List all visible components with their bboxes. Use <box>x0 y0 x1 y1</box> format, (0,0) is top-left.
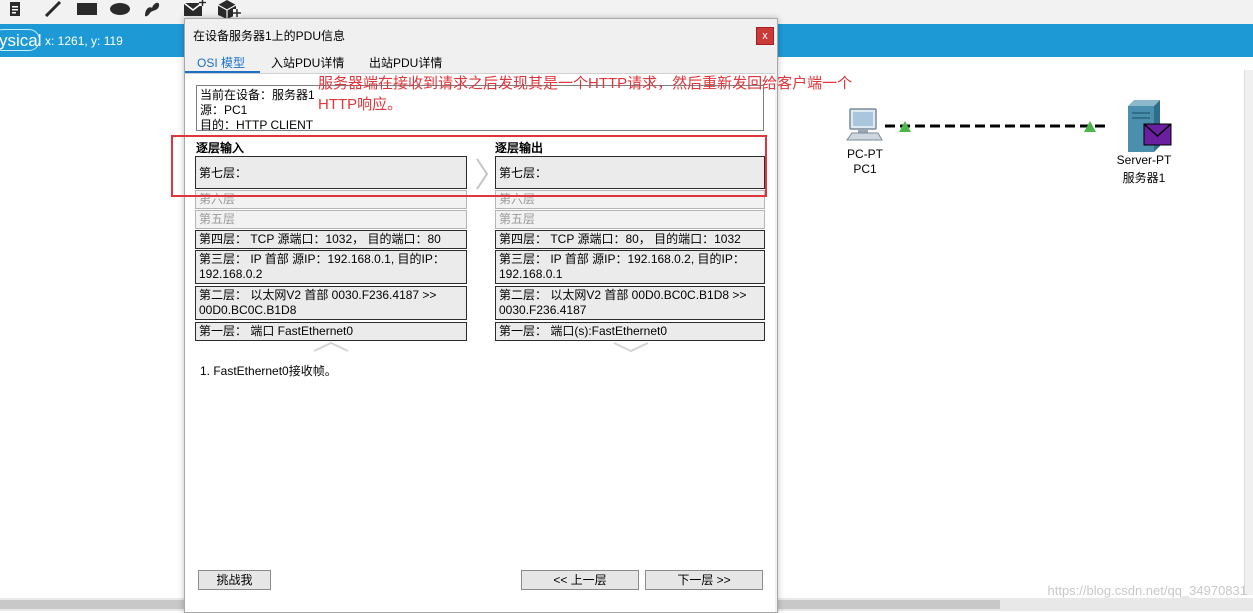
add-simple-pdu-icon[interactable] <box>183 0 207 18</box>
in-layer-5[interactable]: 第五层 <box>195 210 467 229</box>
ellipse-icon[interactable] <box>109 0 131 18</box>
step-description: 1. FastEthernet0接收帧。 <box>200 364 337 378</box>
challenge-me-button[interactable]: 挑战我 <box>198 570 271 590</box>
pencil-icon[interactable] <box>44 0 62 18</box>
out-layer-5[interactable]: 第五层 <box>495 210 765 229</box>
server-device[interactable] <box>1122 100 1174 155</box>
next-layer-button[interactable]: 下一层 >> <box>645 570 763 590</box>
out-layer-1[interactable]: 第一层： 端口(s):FastEthernet0 <box>495 322 765 341</box>
tab-osi-model[interactable]: OSI 模型 <box>197 54 245 71</box>
dialog-title: 在设备服务器1上的PDU信息 <box>193 29 346 43</box>
note-icon[interactable] <box>8 0 22 18</box>
out-layer-3[interactable]: 第三层： IP 首部 源IP：192.168.0.2, 目的IP：192.168… <box>495 250 765 284</box>
server-name-label: 服务器1 <box>1122 171 1166 185</box>
tab-bar: OSI 模型 入站PDU详情 出站PDU详情 <box>185 49 775 74</box>
in-layer-1[interactable]: 第一层： 端口 FastEthernet0 <box>195 322 467 341</box>
previous-layer-button[interactable]: << 上一层 <box>521 570 639 590</box>
pc-type-label: PC-PT <box>847 147 883 161</box>
watermark: https://blog.csdn.net/qq_34970831 <box>1047 583 1248 598</box>
destination-info: 目的：HTTP CLIENT <box>200 118 314 132</box>
close-button[interactable]: x <box>756 27 774 45</box>
cursor-coordinates: x: 1261, y: 119 <box>45 34 123 48</box>
in-layer-3[interactable]: 第三层： IP 首部 源IP：192.168.0.1, 目的IP：192.168… <box>195 250 467 284</box>
out-layer-2[interactable]: 第二层： 以太网V2 首部 00D0.BC0C.B1D8 >> 0030.F23… <box>495 286 765 320</box>
physical-mode-button[interactable]: ysical <box>0 29 42 51</box>
chevron-up-icon <box>313 342 349 352</box>
vertical-scrollbar[interactable] <box>1244 70 1253 595</box>
freeform-icon[interactable] <box>142 0 162 18</box>
out-layer-4[interactable]: 第四层： TCP 源端口：80， 目的端口：1032 <box>495 230 765 249</box>
chevron-down-icon <box>613 342 649 352</box>
pc-name-label: PC1 <box>853 162 877 176</box>
in-layer-2[interactable]: 第二层： 以太网V2 首部 0030.F236.4187 >> 00D0.BC0… <box>195 286 467 320</box>
annotation-text: 服务器端在接收到请求之后发现其是一个HTTP请求，然后重新发回给客户端一个HTT… <box>318 75 853 113</box>
tab-inbound-pdu[interactable]: 入站PDU详情 <box>271 54 344 71</box>
tab-outbound-pdu[interactable]: 出站PDU详情 <box>369 54 442 71</box>
rectangle-icon[interactable] <box>76 0 98 18</box>
highlight-box <box>171 135 767 197</box>
server-icon <box>1128 100 1172 152</box>
add-complex-pdu-icon[interactable] <box>215 0 241 19</box>
server-type-label: Server-PT <box>1116 153 1172 167</box>
in-layer-4[interactable]: 第四层： TCP 源端口：1032， 目的端口：80 <box>195 230 467 249</box>
